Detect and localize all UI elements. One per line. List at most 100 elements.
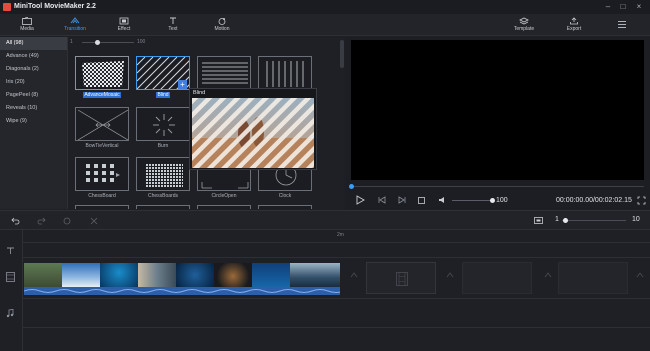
zoom-knob[interactable] bbox=[562, 218, 568, 223]
transition-tile[interactable] bbox=[136, 205, 190, 209]
maximize-icon[interactable]: □ bbox=[616, 2, 630, 12]
video-track-icon bbox=[6, 272, 15, 282]
track-divider bbox=[22, 327, 650, 328]
transition-tile-chessboard[interactable] bbox=[75, 157, 129, 191]
volume-value: 100 bbox=[496, 197, 508, 204]
empty-clip-slot[interactable] bbox=[462, 262, 532, 294]
previous-frame-icon[interactable] bbox=[378, 196, 386, 204]
transition-tile-burn[interactable] bbox=[136, 107, 190, 141]
track-divider bbox=[22, 242, 650, 243]
fit-timeline-icon[interactable] bbox=[534, 217, 543, 224]
add-transition-button[interactable]: + bbox=[178, 80, 187, 89]
effect-label: Effect bbox=[117, 26, 131, 32]
template-button[interactable]: Template bbox=[507, 15, 541, 35]
tab-motion[interactable]: Motion bbox=[205, 15, 239, 35]
delete-icon[interactable] bbox=[63, 217, 71, 225]
play-icon[interactable] bbox=[356, 195, 365, 205]
slider-knob[interactable] bbox=[95, 40, 101, 45]
redo-icon[interactable] bbox=[37, 217, 46, 225]
media-button[interactable]: Media bbox=[10, 15, 44, 35]
transition-tile[interactable] bbox=[75, 205, 129, 209]
horizontal-lines-icon bbox=[202, 62, 248, 84]
minimize-icon[interactable]: – bbox=[601, 2, 615, 12]
clip-thumbnail[interactable] bbox=[214, 263, 252, 287]
motion-icon bbox=[218, 18, 226, 25]
transition-tile[interactable] bbox=[197, 205, 251, 209]
fullscreen-icon[interactable] bbox=[637, 196, 646, 205]
empty-clip-slot[interactable] bbox=[366, 262, 436, 294]
tile-label: Burn bbox=[157, 143, 169, 149]
template-label: Template bbox=[513, 26, 535, 32]
transition-tile[interactable] bbox=[258, 205, 312, 209]
clip-thumbnail[interactable] bbox=[138, 263, 176, 287]
grid-scrollbar[interactable] bbox=[340, 40, 344, 68]
transition-preview-popup: Blind bbox=[189, 88, 317, 170]
zoom-max-label: 10 bbox=[632, 216, 640, 223]
transition-tile-advancemosaic[interactable] bbox=[75, 56, 129, 90]
volume-slider[interactable] bbox=[452, 200, 492, 201]
clip-thumbnail[interactable] bbox=[24, 263, 62, 287]
category-item[interactable]: All (98) bbox=[0, 37, 67, 50]
close-icon[interactable]: × bbox=[632, 2, 646, 12]
zoom-min-label: 1 bbox=[555, 216, 559, 223]
transition-tile-chessboards[interactable] bbox=[136, 157, 190, 191]
clip-thumbnail[interactable] bbox=[252, 263, 290, 287]
tab-transition[interactable]: Transition bbox=[58, 15, 92, 35]
menu-icon[interactable] bbox=[617, 20, 627, 29]
volume-knob[interactable] bbox=[489, 198, 495, 203]
duration-slider[interactable]: 1 100 bbox=[68, 37, 344, 47]
transition-tile-bowtievertical[interactable] bbox=[75, 107, 129, 141]
burn-icon bbox=[153, 114, 175, 136]
tab-text[interactable]: Text bbox=[156, 15, 190, 35]
transition-tile[interactable] bbox=[197, 56, 251, 90]
media-label: Media bbox=[20, 26, 34, 32]
transition-slot-icon[interactable] bbox=[544, 272, 552, 280]
split-icon[interactable] bbox=[90, 217, 98, 225]
category-item[interactable]: Reveals (10) bbox=[0, 102, 67, 115]
undo-icon[interactable] bbox=[11, 217, 20, 225]
progress-knob[interactable] bbox=[348, 184, 354, 189]
text-label: Text bbox=[168, 26, 178, 32]
preview-image bbox=[192, 98, 314, 168]
ruler-mark: 2m bbox=[337, 232, 344, 238]
grid-dots-icon bbox=[86, 164, 120, 182]
bowtie-icon bbox=[77, 109, 128, 140]
zoom-slider[interactable] bbox=[562, 220, 626, 221]
clip-thumbnail[interactable] bbox=[62, 263, 100, 287]
category-item[interactable]: Advance (49) bbox=[0, 50, 67, 63]
clip-thumbnail[interactable] bbox=[290, 263, 340, 287]
title-bar: MiniTool MovieMaker 2.2 – □ × bbox=[0, 0, 650, 14]
stop-icon[interactable] bbox=[418, 197, 425, 204]
audio-waveform[interactable] bbox=[23, 287, 345, 295]
tile-label: AdvanceMosaic bbox=[83, 92, 121, 98]
export-button[interactable]: Export bbox=[557, 15, 591, 35]
category-item[interactable]: Wipe (9) bbox=[0, 115, 67, 128]
waveform-icon bbox=[23, 289, 345, 293]
category-item[interactable]: PagePeel (8) bbox=[0, 89, 67, 102]
app-title: MiniTool MovieMaker 2.2 bbox=[14, 3, 96, 10]
transition-tile[interactable] bbox=[258, 56, 312, 90]
time-display: 00:00:00.00/00:02:02.15 bbox=[556, 197, 632, 204]
transition-slot-icon[interactable] bbox=[636, 272, 644, 280]
export-label: Export bbox=[566, 26, 582, 32]
tile-label: BowTieVertical bbox=[85, 143, 119, 149]
progress-bar[interactable] bbox=[351, 186, 644, 187]
transition-slot-icon[interactable] bbox=[350, 272, 358, 280]
transition-slot-icon[interactable] bbox=[446, 272, 454, 280]
category-item[interactable]: Diagonals (2) bbox=[0, 63, 67, 76]
motion-label: Motion bbox=[214, 26, 230, 32]
category-item[interactable]: Iris (20) bbox=[0, 76, 67, 89]
template-icon bbox=[519, 17, 529, 25]
track-header-divider bbox=[22, 230, 23, 351]
clip-thumbnail[interactable] bbox=[100, 263, 138, 287]
text-icon bbox=[170, 17, 176, 24]
track-divider bbox=[22, 298, 650, 299]
dense-grid-icon bbox=[145, 163, 183, 187]
empty-clip-slot[interactable] bbox=[558, 262, 628, 294]
category-list: All (98) Advance (49) Diagonals (2) Iris… bbox=[0, 37, 68, 209]
next-frame-icon[interactable] bbox=[398, 196, 406, 204]
tab-effect[interactable]: Effect bbox=[107, 15, 141, 35]
clip-thumbnail[interactable] bbox=[176, 263, 214, 287]
volume-icon[interactable] bbox=[438, 196, 447, 204]
checker-pattern-icon bbox=[82, 61, 124, 87]
